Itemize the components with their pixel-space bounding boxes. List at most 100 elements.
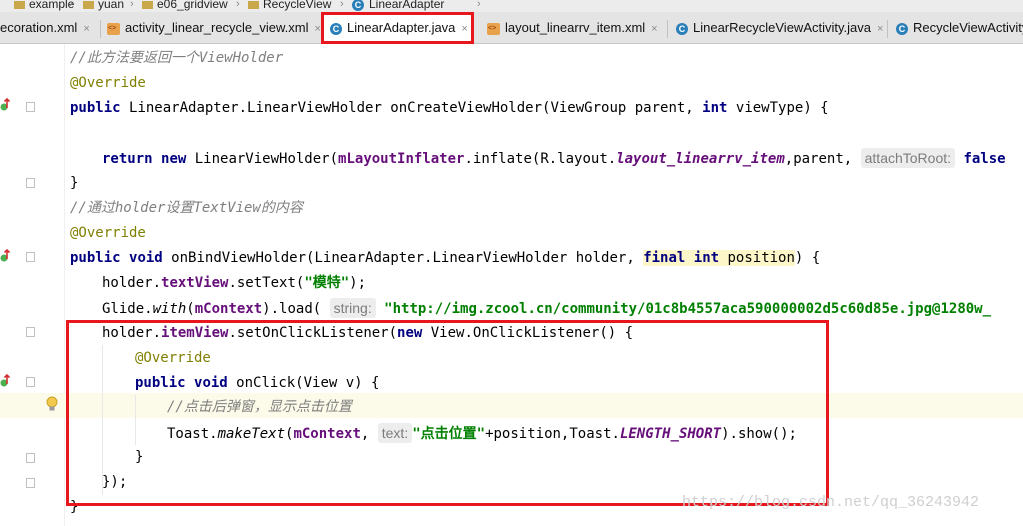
java-class-icon: C	[896, 22, 908, 35]
code-line: @Override	[70, 71, 146, 96]
breadcrumb-label: yuan	[98, 0, 125, 11]
code-line: holder.textView.setText("模特");	[102, 271, 366, 296]
tab-linear-recycle-view-activity-java[interactable]: C LinearRecycleViewActivity.java ×	[670, 15, 889, 41]
breadcrumb-item[interactable]: C LinearAdapter	[352, 0, 444, 11]
code-line: return new LinearViewHolder(mLayoutInfla…	[102, 146, 1006, 171]
code-keyword: false	[955, 151, 1006, 167]
override-arrow-icon[interactable]	[0, 249, 10, 263]
override-arrow-icon[interactable]	[0, 98, 10, 112]
parameter-hint: attachToRoot:	[860, 148, 956, 168]
code-field: mContext	[194, 301, 263, 317]
fold-toggle-icon[interactable]	[26, 453, 35, 463]
code-text: LinearAdapter.LinearViewHolder onCreateV…	[129, 100, 703, 116]
breadcrumb-label: LinearAdapter	[369, 0, 445, 11]
fold-toggle-icon[interactable]	[26, 252, 35, 262]
code-text: holder.	[102, 275, 162, 291]
tab-label: RecycleViewActivity	[913, 20, 1023, 35]
xml-file-icon	[107, 22, 120, 35]
breadcrumb: example › yuan › e06_gridview › RecycleV…	[0, 0, 1023, 12]
xml-file-icon	[487, 22, 500, 35]
code-text: );	[349, 275, 367, 291]
folder-icon	[14, 0, 25, 9]
tab-label: layout_linearrv_item.xml	[505, 20, 646, 35]
close-icon[interactable]: ×	[315, 23, 321, 35]
folder-icon	[83, 0, 94, 9]
code-field: mLayoutInflater	[338, 151, 465, 167]
code-line: @Override	[70, 221, 146, 246]
code-text: onBindViewHolder(LinearAdapter.LinearVie…	[171, 250, 644, 266]
breadcrumb-label: e06_gridview	[157, 0, 228, 11]
tab-divider	[887, 20, 888, 38]
tab-layout-linearrv-item-xml[interactable]: layout_linearrv_item.xml ×	[481, 15, 664, 41]
code-keyword: int	[702, 100, 728, 116]
chevron-right-icon: ›	[69, 0, 73, 10]
code-annotation: @Override	[70, 225, 146, 241]
code-text: (	[186, 301, 195, 317]
parameter-hint: string:	[329, 298, 376, 318]
code-text: position	[727, 250, 795, 266]
active-tab-highlight-box	[321, 12, 474, 44]
code-line: }	[70, 171, 78, 196]
folder-icon	[248, 0, 259, 9]
code-keyword: new	[161, 151, 195, 167]
code-static-field: layout_linearrv_item	[616, 151, 785, 167]
breadcrumb-label: RecycleView	[263, 0, 332, 11]
java-class-icon: C	[352, 0, 364, 11]
tab-divider	[667, 20, 668, 38]
code-line: public void onBindViewHolder(LinearAdapt…	[70, 246, 820, 271]
chevron-right-icon: ›	[477, 0, 481, 10]
breadcrumb-item[interactable]: yuan	[83, 0, 124, 11]
code-keyword: void	[129, 250, 172, 266]
chevron-right-icon: ›	[340, 0, 344, 10]
code-text: ,parent,	[784, 151, 861, 167]
code-comment: //此方法要返回一个ViewHolder	[70, 50, 284, 66]
fold-toggle-icon[interactable]	[26, 102, 35, 112]
click-listener-highlight-box	[66, 320, 829, 506]
code-keyword: public	[70, 250, 130, 266]
code-highlighted-param: final int position	[643, 250, 795, 266]
fold-toggle-icon[interactable]	[26, 327, 35, 337]
code-comment: //通过holder设置TextView的内容	[70, 200, 303, 216]
lightbulb-icon[interactable]	[46, 396, 58, 412]
code-line: public LinearAdapter.LinearViewHolder on…	[70, 96, 829, 121]
fold-toggle-icon[interactable]	[26, 377, 35, 387]
breadcrumb-item[interactable]: e06_gridview	[142, 0, 228, 11]
chevron-right-icon: ›	[130, 0, 134, 10]
breadcrumb-label: example	[29, 0, 75, 11]
override-arrow-icon[interactable]	[0, 374, 10, 388]
close-icon[interactable]: ×	[83, 23, 89, 35]
fold-toggle-icon[interactable]	[26, 478, 35, 488]
code-text: ).load(	[262, 301, 330, 317]
breadcrumb-item[interactable]: example	[14, 0, 74, 11]
code-line: //通过holder设置TextView的内容	[70, 196, 303, 221]
code-text: Glide.	[102, 301, 153, 317]
code-keyword: final	[643, 250, 694, 266]
code-static-method: with	[152, 301, 187, 317]
chevron-right-icon: ›	[236, 0, 240, 10]
code-keyword: int	[693, 250, 728, 266]
tab-decoration-xml[interactable]: ecoration.xml ×	[0, 15, 96, 41]
close-icon[interactable]: ×	[651, 23, 657, 35]
code-line: //此方法要返回一个ViewHolder	[70, 46, 283, 71]
code-annotation: @Override	[70, 75, 146, 91]
code-line: Glide.with(mContext).load( string: "http…	[102, 296, 991, 321]
code-keyword: public	[70, 100, 130, 116]
code-text: LinearViewHolder(	[194, 151, 339, 167]
code-text: viewType) {	[727, 100, 829, 116]
tab-label: ecoration.xml	[0, 20, 78, 35]
code-string: "模特"	[304, 275, 350, 291]
breadcrumb-item[interactable]: RecycleView	[248, 0, 331, 11]
gutter-divider	[64, 44, 65, 526]
close-icon[interactable]: ×	[877, 23, 883, 35]
code-field: textView	[161, 275, 229, 291]
tab-label: LinearRecycleViewActivity.java	[693, 20, 871, 35]
folder-icon	[142, 0, 153, 9]
code-text: .inflate(R.layout.	[464, 151, 617, 167]
tab-label: activity_linear_recycle_view.xml	[125, 20, 309, 35]
code-string: "http://img.zcool.cn/community/01c8b4557…	[375, 301, 992, 317]
fold-toggle-icon[interactable]	[26, 178, 35, 188]
tab-activity-linear-recycle-view-xml[interactable]: activity_linear_recycle_view.xml ×	[101, 15, 327, 41]
editor-tab-bar: ecoration.xml × activity_linear_recycle_v…	[0, 12, 1023, 44]
tab-recycle-view-activity[interactable]: C RecycleViewActivity	[890, 15, 1023, 41]
java-class-icon: C	[676, 22, 688, 35]
